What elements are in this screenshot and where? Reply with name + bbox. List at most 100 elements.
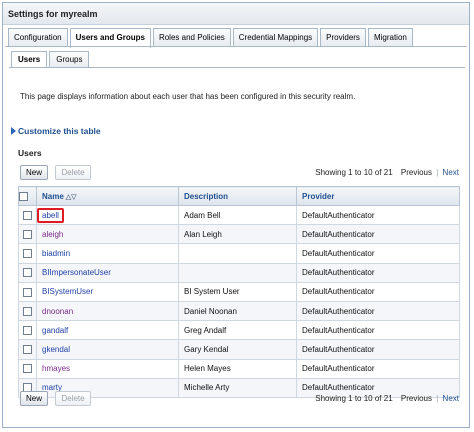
name-cell: aleigh: [36, 224, 179, 245]
row-checkbox[interactable]: [23, 306, 32, 316]
description-cell: Alan Leigh: [178, 224, 297, 245]
row-select-cell: [18, 204, 37, 226]
provider-cell: DefaultAuthenticator: [296, 262, 460, 283]
sort-ascending-icon: △▽: [65, 193, 77, 201]
subtab-groups[interactable]: Groups: [49, 51, 90, 68]
provider-cell: DefaultAuthenticator: [296, 339, 460, 360]
previous-label: Previous: [400, 168, 432, 177]
tab-migration[interactable]: Migration: [367, 28, 413, 47]
row-select-cell: [18, 300, 37, 322]
row-checkbox[interactable]: [23, 345, 32, 355]
user-name-link[interactable]: hmayes: [42, 364, 70, 373]
paging-top: Showing 1 to 10 of 21 Previous | Next: [315, 168, 459, 177]
row-select-cell: [18, 358, 37, 379]
description-cell: [178, 243, 297, 264]
row-select-cell: [18, 320, 37, 341]
description-cell: Greg Andalf: [178, 320, 297, 341]
row-checkbox[interactable]: [23, 210, 32, 220]
description-cell: [178, 262, 297, 283]
user-name-link[interactable]: aleigh: [42, 230, 63, 239]
table-header-row: Name △▽ Description Provider: [18, 186, 460, 206]
name-cell: gandalf: [36, 320, 179, 341]
row-checkbox[interactable]: [23, 229, 32, 239]
provider-cell: DefaultAuthenticator: [296, 281, 460, 302]
delete-button-bottom[interactable]: Delete: [55, 391, 91, 406]
tab-providers[interactable]: Providers: [320, 28, 366, 47]
provider-cell: DefaultAuthenticator: [296, 243, 460, 264]
select-all-checkbox[interactable]: [19, 191, 28, 201]
users-table: Name △▽ Description Provider abell Adam Be…: [18, 186, 460, 398]
description-cell: Daniel Noonan: [178, 300, 297, 322]
name-cell: BIImpersonateUser: [36, 262, 179, 283]
paging-status: Showing 1 to 10 of 21: [315, 394, 393, 403]
column-header-name-label: Name: [42, 191, 64, 201]
table-row: hmayes Helen Mayes DefaultAuthenticator: [18, 358, 460, 379]
user-name-link[interactable]: BIImpersonateUser: [42, 268, 111, 277]
row-select-cell: [18, 262, 37, 283]
user-name-link[interactable]: BISystemUser: [42, 287, 93, 296]
tab-users-and-groups[interactable]: Users and Groups: [69, 28, 151, 48]
column-header-provider[interactable]: Provider: [296, 186, 460, 206]
column-header-name[interactable]: Name △▽: [36, 186, 179, 206]
settings-panel: Settings for myrealm Configuration Users…: [2, 2, 470, 428]
user-name-link[interactable]: gandalf: [42, 326, 68, 335]
new-button-top[interactable]: New: [20, 165, 48, 180]
tab-configuration[interactable]: Configuration: [8, 28, 68, 47]
table-row: aleigh Alan Leigh DefaultAuthenticator: [18, 224, 460, 245]
panel-title: Settings for myrealm: [3, 3, 469, 25]
provider-cell: DefaultAuthenticator: [296, 300, 460, 322]
paging-separator: |: [436, 394, 439, 403]
customize-table-label: Customize this table: [18, 126, 101, 136]
row-checkbox[interactable]: [23, 249, 32, 259]
name-cell: gkendal: [36, 339, 179, 360]
provider-cell: DefaultAuthenticator: [296, 224, 460, 245]
provider-cell: DefaultAuthenticator: [296, 320, 460, 341]
previous-label: Previous: [400, 394, 432, 403]
select-all-header: [18, 186, 37, 206]
customize-table-link[interactable]: Customize this table: [11, 126, 101, 136]
main-tabs: Configuration Users and Groups Roles and…: [8, 28, 413, 48]
delete-button-top[interactable]: Delete: [55, 165, 91, 180]
provider-cell: DefaultAuthenticator: [296, 204, 460, 226]
table-row: abell Adam Bell DefaultAuthenticator: [18, 204, 460, 226]
subtab-users[interactable]: Users: [11, 51, 48, 68]
tab-roles-and-policies[interactable]: Roles and Policies: [152, 28, 231, 47]
page-description: This page displays information about eac…: [20, 92, 356, 101]
table-row: gkendal Gary Kendal DefaultAuthenticator: [18, 339, 460, 360]
next-link[interactable]: Next: [443, 394, 459, 403]
row-select-cell: [18, 281, 37, 302]
paging-status: Showing 1 to 10 of 21: [315, 168, 393, 177]
next-link[interactable]: Next: [443, 168, 459, 177]
user-name-link[interactable]: abell: [37, 207, 64, 223]
row-checkbox[interactable]: [23, 268, 32, 278]
paging-bottom: Showing 1 to 10 of 21 Previous | Next: [315, 394, 459, 403]
user-name-link[interactable]: dnoonan: [42, 307, 73, 316]
user-name-link[interactable]: gkendal: [42, 345, 70, 354]
table-row: BIImpersonateUser DefaultAuthenticator: [18, 262, 460, 283]
expand-triangle-icon: [11, 127, 16, 135]
users-section-title: Users: [18, 148, 42, 158]
sub-tabs: Users Groups: [11, 51, 90, 68]
name-cell: biadmin: [36, 243, 179, 264]
table-row: gandalf Greg Andalf DefaultAuthenticator: [18, 320, 460, 341]
row-select-cell: [18, 339, 37, 360]
row-checkbox[interactable]: [23, 325, 32, 335]
table-row: BISystemUser BI System User DefaultAuthent…: [18, 281, 460, 302]
subtab-divider: [9, 67, 465, 68]
table-row: dnoonan Daniel Noonan DefaultAuthenticator: [18, 300, 460, 322]
row-select-cell: [18, 224, 37, 245]
row-checkbox[interactable]: [23, 287, 32, 297]
user-name-link[interactable]: biadmin: [42, 249, 70, 258]
new-button-bottom[interactable]: New: [20, 391, 48, 406]
description-cell: Adam Bell: [178, 204, 297, 226]
row-checkbox[interactable]: [23, 364, 32, 374]
tab-divider: [5, 46, 467, 47]
name-cell: hmayes: [36, 358, 179, 379]
name-cell: abell: [36, 204, 179, 226]
description-cell: BI System User: [178, 281, 297, 302]
name-cell: dnoonan: [36, 300, 179, 322]
tab-credential-mappings[interactable]: Credential Mappings: [232, 28, 319, 47]
description-cell: Helen Mayes: [178, 358, 297, 379]
provider-cell: DefaultAuthenticator: [296, 358, 460, 379]
column-header-description[interactable]: Description: [178, 186, 297, 206]
